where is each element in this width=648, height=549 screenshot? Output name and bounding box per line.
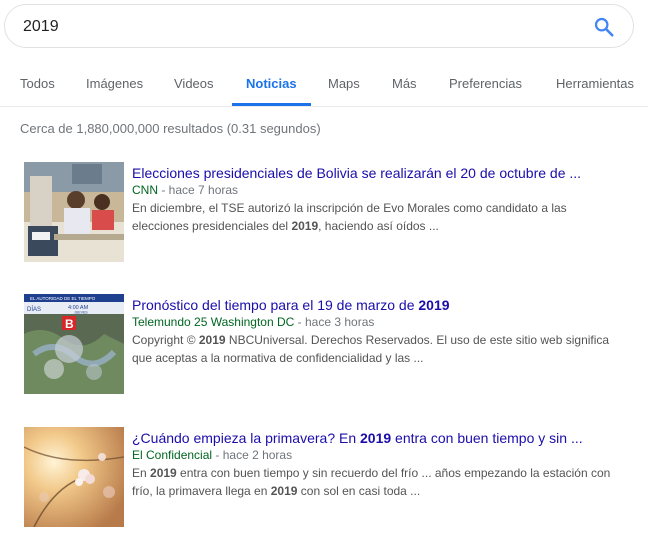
snippet-highlight: 2019 xyxy=(150,466,177,480)
tab-videos[interactable]: Videos xyxy=(174,64,214,106)
result-title[interactable]: ¿Cuándo empieza la primavera? En 2019 en… xyxy=(132,429,632,447)
snippet-highlight: 2019 xyxy=(291,219,319,233)
result-time: hace 7 horas xyxy=(168,183,239,197)
tab-noticias[interactable]: Noticias xyxy=(232,64,311,106)
result-snippet: En 2019 entra con buen tiempo y sin recu… xyxy=(132,464,612,500)
result-thumbnail[interactable] xyxy=(24,162,124,262)
thumb-banner: EL AUTORIDAD DE EL TIEMPO xyxy=(30,296,96,301)
snippet-highlight: 2019 xyxy=(198,333,226,347)
snippet-text: con sol en casi toda ... xyxy=(297,484,421,498)
meta-separator: - xyxy=(158,183,169,197)
result-title[interactable]: Pronóstico del tiempo para el 19 de marz… xyxy=(132,296,632,314)
search-tabs: Todos Imágenes Videos Noticias Maps Más … xyxy=(0,64,648,106)
snippet-highlight: 2019 xyxy=(270,484,298,498)
news-result-3: ¿Cuándo empieza la primavera? En 2019 en… xyxy=(24,427,634,527)
result-meta: CNN - hace 7 horas xyxy=(132,182,238,198)
result-meta: Telemundo 25 Washington DC - hace 3 hora… xyxy=(132,314,374,330)
tab-todos[interactable]: Todos xyxy=(20,64,55,106)
news-result-2: EL AUTORIDAD DE EL TIEMPO DÍAS 4:00 AM J… xyxy=(24,294,634,394)
meta-separator: - xyxy=(294,315,305,329)
meta-separator: - xyxy=(212,448,223,462)
tab-imagenes[interactable]: Imágenes xyxy=(86,64,143,106)
result-source[interactable]: Telemundo 25 Washington DC xyxy=(132,315,294,329)
snippet-text: , haciendo así oídos ... xyxy=(318,219,439,233)
thumb-day2: JUEVES xyxy=(74,311,88,315)
thumbnail-image-spring-blossom xyxy=(24,427,124,527)
result-title[interactable]: Elecciones presidenciales de Bolivia se … xyxy=(132,164,632,182)
search-button[interactable] xyxy=(593,16,615,38)
result-source[interactable]: El Confidencial xyxy=(132,448,212,462)
tab-herramientas[interactable]: Herramientas xyxy=(556,64,634,106)
result-time: hace 2 horas xyxy=(222,448,293,462)
tabs-divider xyxy=(0,106,648,107)
result-title-text: entra con buen tiempo y sin ... xyxy=(391,430,583,446)
thumbnail-image-election xyxy=(24,162,124,262)
tab-mas[interactable]: Más xyxy=(392,64,417,106)
result-snippet: En diciembre, el TSE autorizó la inscrip… xyxy=(132,199,612,235)
result-thumbnail[interactable] xyxy=(24,427,124,527)
result-time: hace 3 horas xyxy=(304,315,375,329)
snippet-text: En xyxy=(132,466,151,480)
result-snippet: Copyright © 2019 NBCUniversal. Derechos … xyxy=(132,331,612,367)
result-thumbnail[interactable]: EL AUTORIDAD DE EL TIEMPO DÍAS 4:00 AM J… xyxy=(24,294,124,394)
result-title-text: Pronóstico del tiempo para el 19 de marz… xyxy=(132,297,419,313)
thumb-day-label: DÍAS xyxy=(27,306,41,313)
tab-maps[interactable]: Maps xyxy=(328,64,360,106)
search-input[interactable] xyxy=(23,16,563,38)
result-title-highlight: 2019 xyxy=(360,430,392,446)
search-icon xyxy=(594,17,614,37)
search-box[interactable] xyxy=(4,4,634,48)
result-title-text: ¿Cuándo empieza la primavera? En xyxy=(132,430,361,446)
result-stats: Cerca de 1,880,000,000 resultados (0.31 … xyxy=(20,121,321,136)
result-source[interactable]: CNN xyxy=(132,183,158,197)
result-title-highlight: 2019 xyxy=(418,297,450,313)
snippet-text: Copyright © xyxy=(132,333,199,347)
thumbnail-image-weather-map: EL AUTORIDAD DE EL TIEMPO DÍAS 4:00 AM J… xyxy=(24,294,124,394)
svg-text:B: B xyxy=(65,317,74,331)
result-meta: El Confidencial - hace 2 horas xyxy=(132,447,292,463)
news-result-1: Elecciones presidenciales de Bolivia se … xyxy=(24,162,634,262)
tab-preferencias[interactable]: Preferencias xyxy=(449,64,522,106)
